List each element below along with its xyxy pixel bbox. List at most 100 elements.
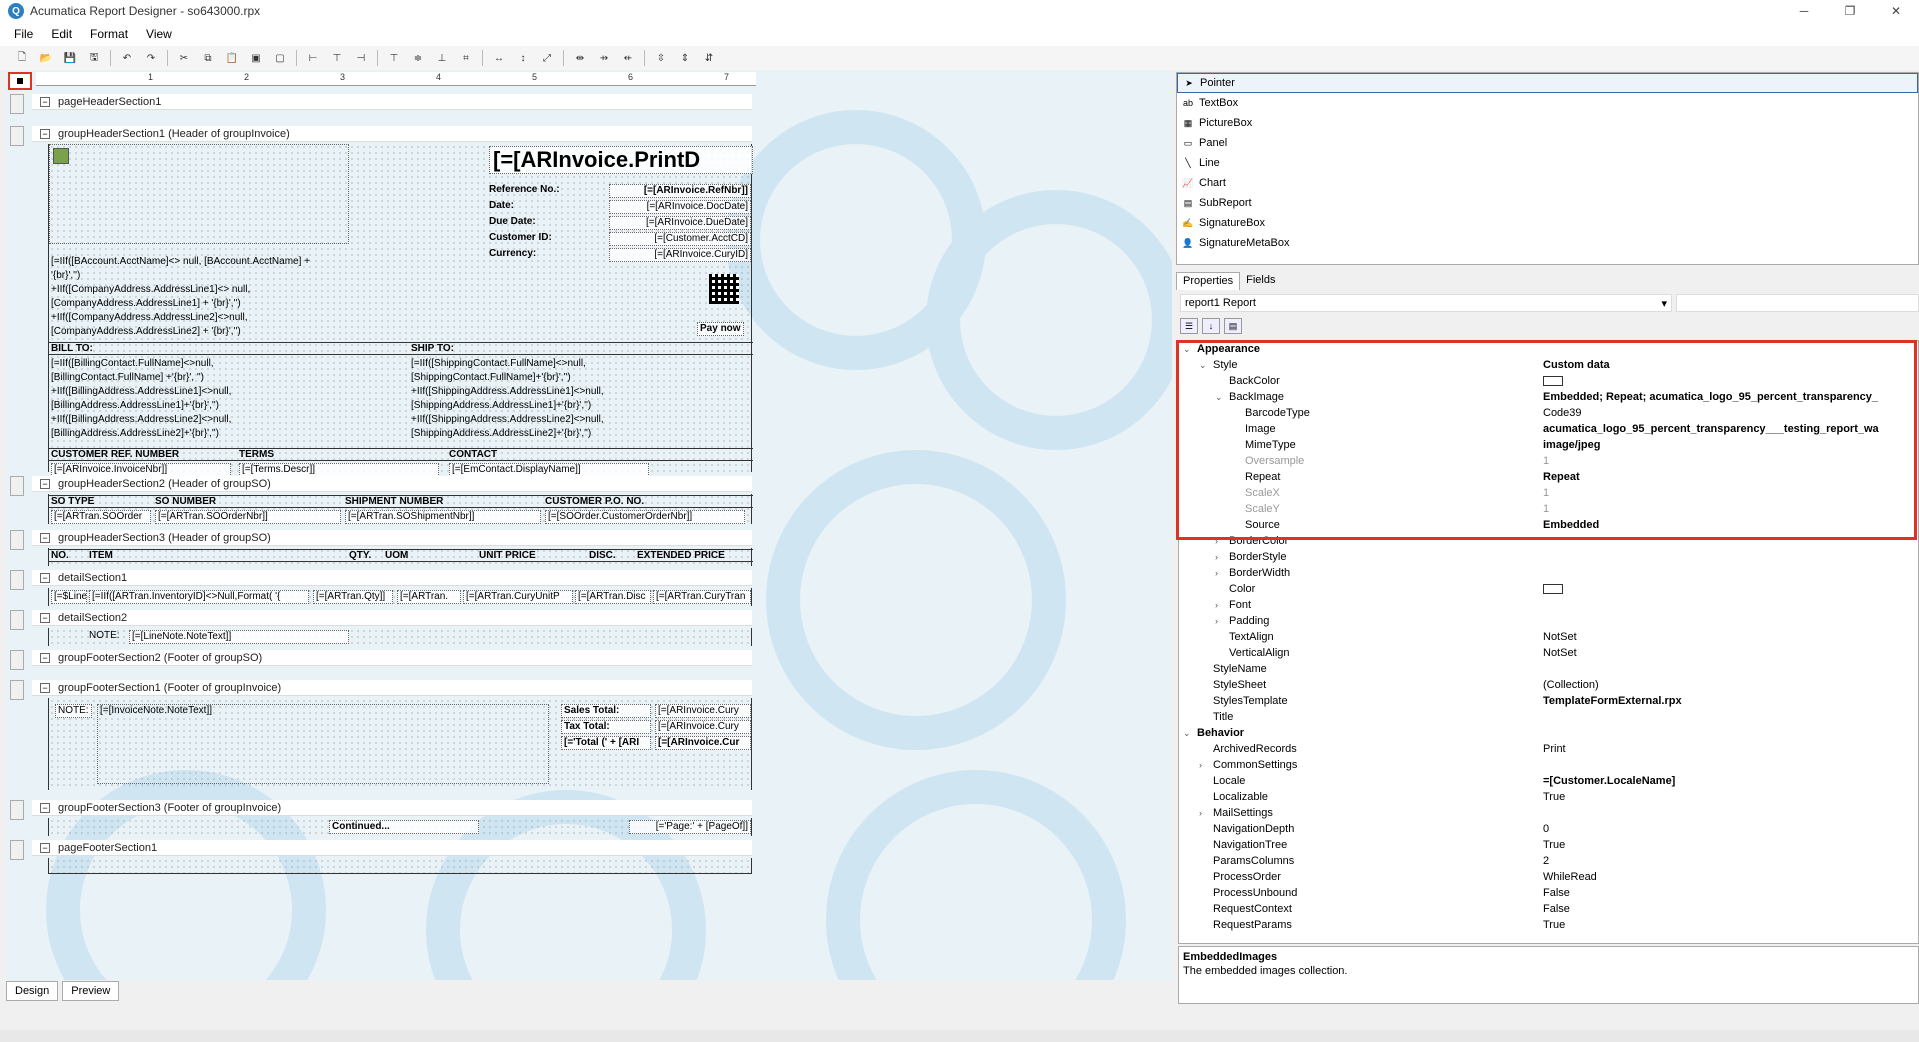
categorized-icon[interactable]: ☰ <box>1180 318 1198 334</box>
collapse-icon[interactable]: − <box>40 842 50 853</box>
band-selector[interactable] <box>10 126 24 146</box>
tool-signaturemetabox[interactable]: 👤 SignatureMetaBox <box>1177 233 1918 253</box>
close-button[interactable]: ✕ <box>1873 0 1919 22</box>
property-pages-icon[interactable]: ▤ <box>1224 318 1242 334</box>
tool-line[interactable]: ╲ Line <box>1177 153 1918 173</box>
chevron-right-icon[interactable]: › <box>1215 613 1218 629</box>
property-value[interactable]: 0 <box>1543 821 1913 837</box>
property-value[interactable]: 1 <box>1543 485 1913 501</box>
property-row[interactable]: ScaleY 1 <box>1179 501 1918 517</box>
collapse-icon[interactable]: − <box>40 128 50 139</box>
tab-preview[interactable]: Preview <box>62 981 120 1001</box>
property-row[interactable]: › Font <box>1179 597 1918 613</box>
tab-properties[interactable]: Properties <box>1176 272 1241 290</box>
property-row[interactable]: ⌄ Appearance <box>1179 341 1918 357</box>
menu-file[interactable]: File <box>14 27 33 41</box>
chevron-right-icon[interactable]: › <box>1199 757 1202 773</box>
same-height-icon[interactable]: ↕ <box>515 50 531 66</box>
undo-icon[interactable]: ↶ <box>119 50 135 66</box>
band-group-header-1[interactable]: − groupHeaderSection1 (Header of groupInv… <box>32 126 752 142</box>
property-value[interactable]: 1 <box>1543 453 1913 469</box>
tool-textbox[interactable]: ab TextBox <box>1177 93 1918 113</box>
property-row[interactable]: ProcessOrder WhileRead <box>1179 869 1918 885</box>
band-page-header[interactable]: − pageHeaderSection1 <box>32 94 752 110</box>
section-group-header-1[interactable]: [=[ARInvoice.PrintD Reference No.: [=[ARI… <box>48 144 753 477</box>
property-value[interactable]: acumatica_logo_95_percent_transparency__… <box>1543 421 1913 437</box>
redo-icon[interactable]: ↷ <box>143 50 159 66</box>
band-detail-2[interactable]: − detailSection2 <box>32 610 752 626</box>
property-value[interactable]: Repeat <box>1543 469 1913 485</box>
menu-view[interactable]: View <box>146 27 172 41</box>
restore-button[interactable]: ❐ <box>1827 0 1873 22</box>
send-back-icon[interactable]: ▢ <box>272 50 288 66</box>
band-selector[interactable] <box>10 570 24 590</box>
property-row[interactable]: MimeType image/jpeg <box>1179 437 1918 453</box>
secondary-selector[interactable] <box>1676 294 1919 312</box>
menu-edit[interactable]: Edit <box>51 27 72 41</box>
band-detail-1[interactable]: − detailSection1 <box>32 570 752 586</box>
band-selector[interactable] <box>10 476 24 496</box>
band-selector[interactable] <box>10 94 24 114</box>
band-selector[interactable] <box>10 800 24 820</box>
property-value[interactable]: Embedded <box>1543 517 1913 533</box>
design-canvas[interactable]: 1 2 3 4 5 6 7 − pageHeaderSection1 − group… <box>6 70 1172 980</box>
property-value[interactable]: WhileRead <box>1543 869 1913 885</box>
tool-chart[interactable]: 📈 Chart <box>1177 173 1918 193</box>
tool-subreport[interactable]: ▤ SubReport <box>1177 193 1918 213</box>
hspace-inc-icon[interactable]: ⇸ <box>596 50 612 66</box>
sort-alpha-icon[interactable]: ↓ <box>1202 318 1220 334</box>
property-value[interactable]: Code39 <box>1543 405 1913 421</box>
align-top-icon[interactable]: ⊤ <box>386 50 402 66</box>
chevron-right-icon[interactable]: › <box>1215 533 1218 549</box>
bring-front-icon[interactable]: ▣ <box>248 50 264 66</box>
property-row[interactable]: ⌄ Style Custom data <box>1179 357 1918 373</box>
property-row[interactable]: ProcessUnbound False <box>1179 885 1918 901</box>
chevron-down-icon[interactable]: ⌄ <box>1183 341 1191 357</box>
select-all-button[interactable] <box>8 72 32 90</box>
same-width-icon[interactable]: ↔ <box>491 50 507 66</box>
property-row[interactable]: RequestContext False <box>1179 901 1918 917</box>
property-row[interactable]: › Padding <box>1179 613 1918 629</box>
band-selector[interactable] <box>10 650 24 670</box>
logo-picturebox[interactable] <box>49 144 349 244</box>
align-bottom-icon[interactable]: ⊥ <box>434 50 450 66</box>
property-value[interactable]: TemplateFormExternal.rpx <box>1543 693 1913 709</box>
band-selector[interactable] <box>10 840 24 860</box>
property-row[interactable]: ⌄ BackImage Embedded; Repeat; acumatica_lo… <box>1179 389 1918 405</box>
property-value[interactable] <box>1543 581 1913 597</box>
property-row[interactable]: ⌄ Behavior <box>1179 725 1918 741</box>
chevron-down-icon[interactable]: ⌄ <box>1215 389 1223 405</box>
property-value[interactable]: False <box>1543 901 1913 917</box>
band-group-header-3[interactable]: − groupHeaderSection3 (Header of groupSO) <box>32 530 752 546</box>
property-value[interactable]: image/jpeg <box>1543 437 1913 453</box>
section-group-header-2[interactable]: SO TYPE SO NUMBER SHIPMENT NUMBER CUSTOM… <box>48 494 753 524</box>
collapse-icon[interactable]: − <box>40 572 50 583</box>
property-row[interactable]: TextAlign NotSet <box>1179 629 1918 645</box>
property-row[interactable]: BackColor <box>1179 373 1918 389</box>
property-value[interactable]: Embedded; Repeat; acumatica_logo_95_perc… <box>1543 389 1913 405</box>
tab-design[interactable]: Design <box>6 981 59 1001</box>
property-value[interactable]: NotSet <box>1543 645 1913 661</box>
property-value[interactable]: 2 <box>1543 853 1913 869</box>
property-row[interactable]: BarcodeType Code39 <box>1179 405 1918 421</box>
section-group-header-3[interactable]: NO. ITEM QTY. UOM UNIT PRICE DISC. EXTEN… <box>48 548 753 566</box>
print-title-field[interactable]: [=[ARInvoice.PrintD <box>489 146 753 174</box>
property-value[interactable]: NotSet <box>1543 629 1913 645</box>
property-row[interactable]: ScaleX 1 <box>1179 485 1918 501</box>
hspace-equal-icon[interactable]: ⇹ <box>572 50 588 66</box>
tab-fields[interactable]: Fields <box>1240 272 1281 290</box>
chevron-right-icon[interactable]: › <box>1215 549 1218 565</box>
vspace-dec-icon[interactable]: ⇵ <box>701 50 717 66</box>
qr-code-icon[interactable] <box>709 274 739 304</box>
color-swatch[interactable] <box>1543 376 1563 387</box>
property-row[interactable]: › BorderColor <box>1179 533 1918 549</box>
property-row[interactable]: Localizable True <box>1179 789 1918 805</box>
property-value[interactable]: =[Customer.LocaleName] <box>1543 773 1913 789</box>
property-value[interactable]: 1 <box>1543 501 1913 517</box>
section-group-footer-1[interactable]: NOTE: [=[InvoiceNote.NoteText]] Sales To… <box>48 698 752 790</box>
property-row[interactable]: Oversample 1 <box>1179 453 1918 469</box>
save-all-icon[interactable]: 🖫 <box>86 50 102 66</box>
property-row[interactable]: › CommonSettings <box>1179 757 1918 773</box>
band-selector[interactable] <box>10 610 24 630</box>
property-row[interactable]: Repeat Repeat <box>1179 469 1918 485</box>
